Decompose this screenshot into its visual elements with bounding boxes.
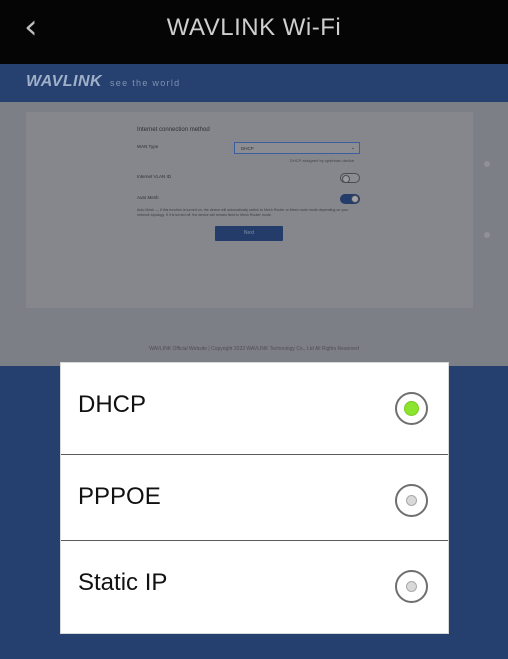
wan-type-picker-dialog: DHCP PPPOE Static IP [61, 363, 448, 633]
toggle-knob [342, 175, 350, 183]
wan-type-value: DHCP [241, 146, 254, 151]
scroll-indicator-dot [484, 232, 490, 238]
page-heading: Internet connection method [137, 127, 210, 133]
settings-panel: Internet connection method WAN Type DHCP… [26, 112, 473, 308]
radio-dot [404, 401, 419, 416]
toggle-knob [351, 195, 359, 203]
auto-mesh-toggle[interactable] [340, 194, 360, 204]
radio-unselected-icon[interactable] [395, 484, 428, 517]
wavlink-logo: WAVLINK [26, 73, 103, 90]
option-label: DHCP [78, 391, 147, 418]
vlan-toggle[interactable] [340, 173, 360, 183]
wan-type-label: WAN Type [137, 144, 159, 149]
app-bar: ‹ WAVLINK Wi-Fi [0, 0, 508, 64]
chevron-down-icon: ⌄ [350, 145, 355, 151]
wan-type-select[interactable]: DHCP ⌄ [234, 142, 360, 154]
option-label: Static IP [78, 569, 168, 596]
option-static-ip[interactable]: Static IP [61, 541, 448, 626]
app-title: WAVLINK Wi-Fi [166, 14, 342, 41]
vlan-label: Internet VLAN ID [137, 174, 172, 179]
auto-mesh-label: Auto Mesh [137, 195, 159, 200]
radio-selected-icon[interactable] [395, 392, 428, 425]
radio-dot [406, 581, 417, 592]
next-button[interactable]: Next [215, 226, 283, 241]
web-view: WAVLINK see the world Internet connectio… [0, 64, 508, 366]
radio-unselected-icon[interactable] [395, 570, 428, 603]
auto-mesh-description: Auto Mesh — If this function is turned o… [137, 208, 349, 217]
option-pppoe[interactable]: PPPOE [61, 455, 448, 540]
option-dhcp[interactable]: DHCP [61, 363, 448, 448]
scroll-indicator-dot [484, 161, 490, 167]
option-label: PPPOE [78, 483, 161, 510]
brand-tagline: see the world [110, 78, 181, 88]
page-footer: WAVLINK Official Website | Copyright 202… [149, 346, 359, 352]
brand-bar: WAVLINK see the world [0, 64, 508, 102]
wan-type-hint: DHCP assigned by upstream device [290, 158, 355, 163]
radio-dot [406, 495, 417, 506]
